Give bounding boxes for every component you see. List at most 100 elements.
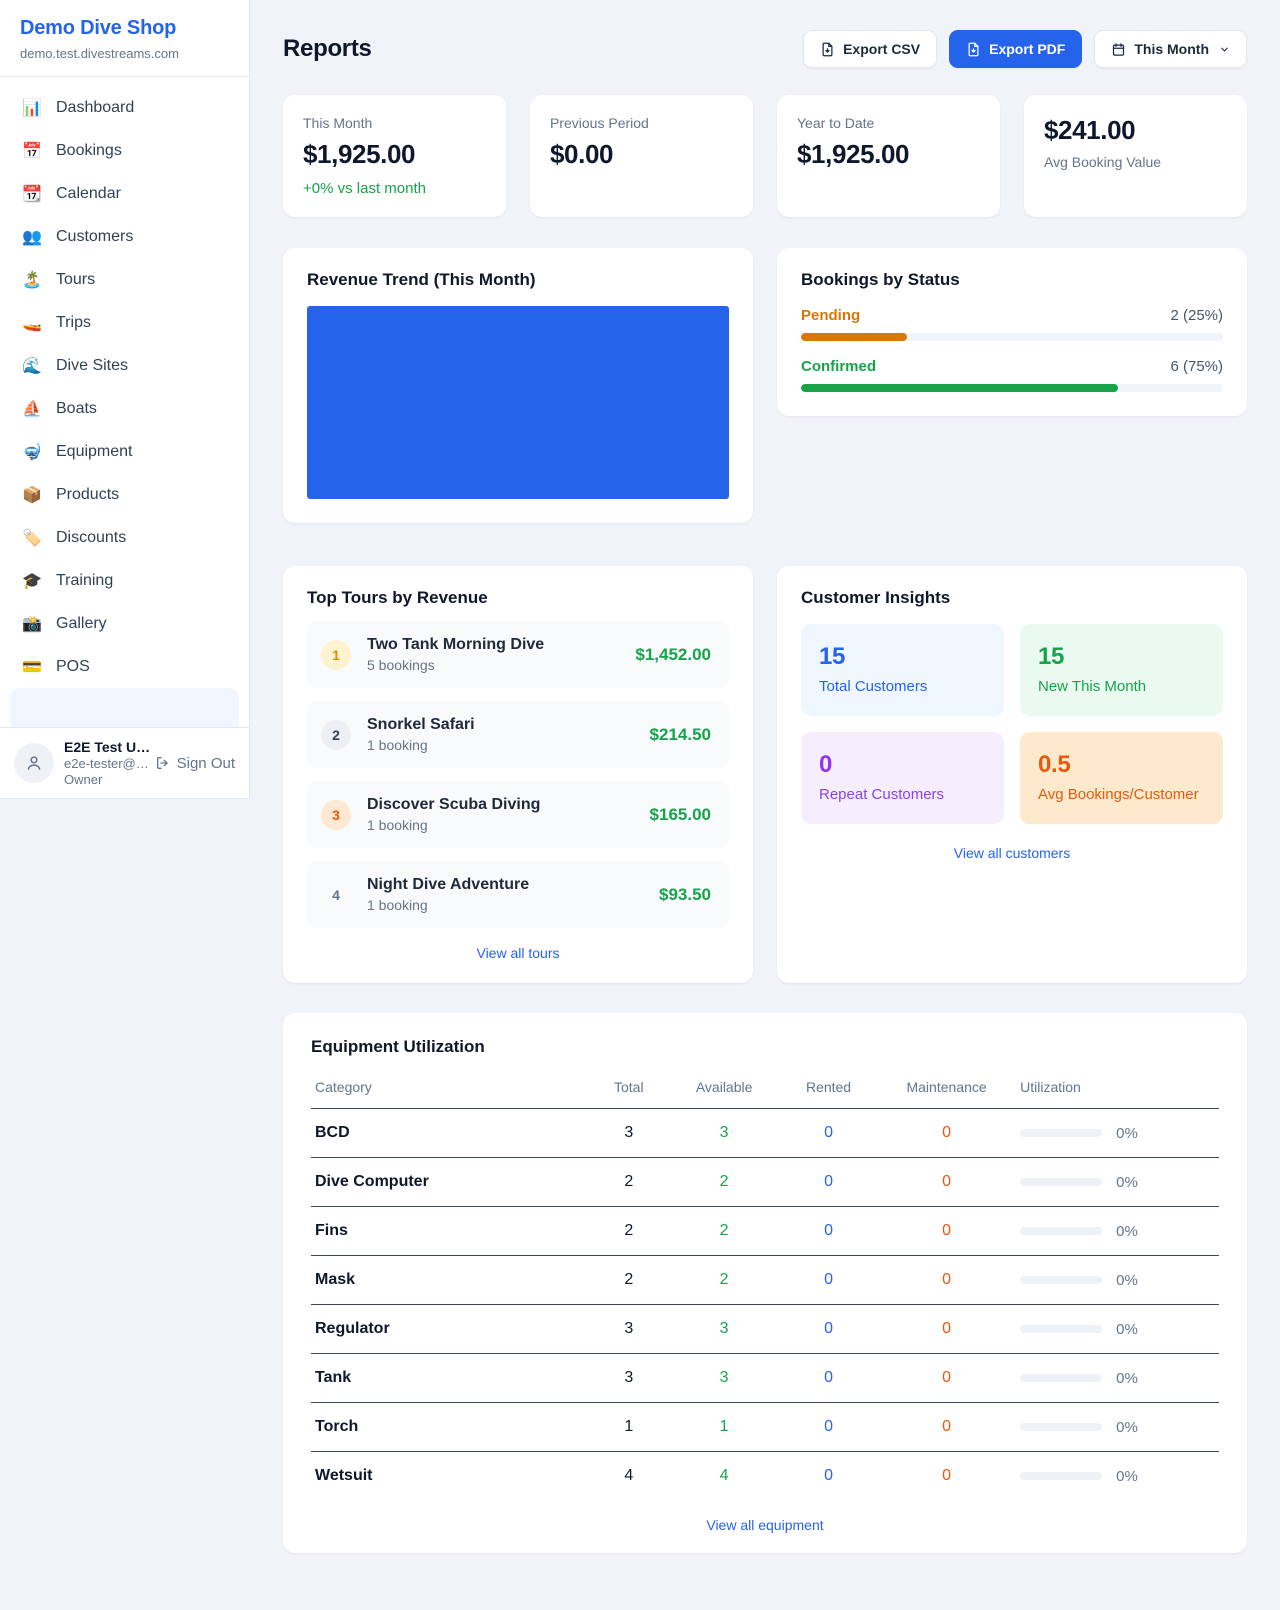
tile-value: 0 xyxy=(819,751,986,779)
tile-value: 15 xyxy=(819,643,986,671)
sidebar-item-equipment[interactable]: 🤿Equipment xyxy=(10,430,239,473)
sidebar-item-products[interactable]: 📦 Products xyxy=(10,473,239,516)
cell-category: Wetsuit xyxy=(311,1452,583,1501)
sidebar-item-boats[interactable]: ⛵Boats xyxy=(10,387,239,430)
tour-bookings: 1 booking xyxy=(367,817,634,833)
sidebar-item-discounts[interactable]: 🏷️Discounts xyxy=(10,516,239,559)
avatar xyxy=(14,743,54,783)
sidebar-item-label: Dive Sites xyxy=(56,357,128,375)
col-category: Category xyxy=(311,1070,583,1109)
bookings-by-status-card: Bookings by Status Pending 2 (25%) Confi… xyxy=(777,248,1247,416)
cell-rented: 0 xyxy=(774,1305,883,1354)
stat-value: $241.00 xyxy=(1044,115,1227,146)
sidebar-item-customers[interactable]: 👥Customers xyxy=(10,215,239,258)
cell-utilization: 0% xyxy=(1010,1354,1219,1403)
cell-total: 2 xyxy=(583,1256,674,1305)
user-email: e2e-tester@… xyxy=(64,756,145,771)
sidebar: Demo Dive Shop demo.test.divestreams.com… xyxy=(0,0,250,799)
stats-row: This Month $1,925.00 +0% vs last month P… xyxy=(283,95,1247,217)
utilization-percent: 0% xyxy=(1116,1419,1138,1436)
cell-maintenance: 0 xyxy=(883,1354,1010,1403)
equipment-utilization-card: Equipment Utilization Category Total Ava… xyxy=(283,1013,1247,1553)
status-row-confirmed: Confirmed 6 (75%) xyxy=(801,358,1223,392)
utilization-track xyxy=(1020,1129,1102,1137)
sidebar-item-tours[interactable]: 🏝️Tours xyxy=(10,258,239,301)
col-total: Total xyxy=(583,1070,674,1109)
status-label: Pending xyxy=(801,307,860,324)
export-csv-label: Export CSV xyxy=(843,41,920,57)
tour-name: Night Dive Adventure xyxy=(367,876,643,894)
cell-available: 2 xyxy=(674,1207,774,1256)
utilization-track xyxy=(1020,1423,1102,1431)
trips-icon: 🚤 xyxy=(22,313,42,333)
sidebar-item-label: POS xyxy=(56,658,90,676)
status-label: Confirmed xyxy=(801,358,876,375)
utilization-percent: 0% xyxy=(1116,1468,1138,1485)
stat-label: Avg Booking Value xyxy=(1044,154,1227,170)
export-pdf-label: Export PDF xyxy=(989,41,1065,57)
export-csv-button[interactable]: Export CSV xyxy=(803,30,937,68)
tour-bookings: 1 booking xyxy=(367,897,643,913)
period-select[interactable]: This Month xyxy=(1094,30,1247,68)
sign-out-button[interactable]: Sign Out xyxy=(155,755,235,772)
sidebar-item-trips[interactable]: 🚤 Trips xyxy=(10,301,239,344)
utilization-percent: 0% xyxy=(1116,1223,1138,1240)
sidebar-item-label: Gallery xyxy=(56,615,107,633)
sidebar-item-selected-partial[interactable] xyxy=(10,688,239,727)
sidebar-item-bookings[interactable]: 📅Bookings xyxy=(10,129,239,172)
sidebar-item-label: Bookings xyxy=(56,142,122,160)
training-icon: 🎓 xyxy=(22,571,42,591)
export-pdf-button[interactable]: Export PDF xyxy=(949,30,1082,68)
sidebar-item-dive-sites[interactable]: 🌊 Dive Sites xyxy=(10,344,239,387)
cell-utilization: 0% xyxy=(1010,1109,1219,1158)
sidebar-item-label: Trips xyxy=(56,314,91,332)
cell-category: Torch xyxy=(311,1403,583,1452)
tile-value: 0.5 xyxy=(1038,751,1205,779)
cell-rented: 0 xyxy=(774,1403,883,1452)
sidebar-item-label: Calendar xyxy=(56,185,121,203)
rank-badge: 3 xyxy=(321,800,351,830)
cell-total: 1 xyxy=(583,1403,674,1452)
calendar-icon xyxy=(1111,42,1126,57)
view-all-equipment-link[interactable]: View all equipment xyxy=(311,1517,1219,1533)
table-header-row: Category Total Available Rented Maintena… xyxy=(311,1070,1219,1109)
cell-category: Regulator xyxy=(311,1305,583,1354)
shop-name: Demo Dive Shop xyxy=(20,17,229,40)
cell-available: 2 xyxy=(674,1256,774,1305)
customers-icon: 👥 xyxy=(22,227,42,247)
tile-label: Repeat Customers xyxy=(819,786,986,803)
equipment-icon: 🤿 xyxy=(22,442,42,462)
view-all-tours-link[interactable]: View all tours xyxy=(307,945,729,961)
list-item: 3 Discover Scuba Diving1 booking $165.00 xyxy=(307,781,729,848)
tour-revenue: $1,452.00 xyxy=(635,645,711,665)
view-all-customers-link[interactable]: View all customers xyxy=(801,845,1223,861)
cell-maintenance: 0 xyxy=(883,1305,1010,1354)
progress-track xyxy=(801,333,1223,341)
utilization-track xyxy=(1020,1374,1102,1382)
equipment-utilization-title: Equipment Utilization xyxy=(311,1037,1219,1057)
sidebar-item-training[interactable]: 🎓Training xyxy=(10,559,239,602)
sidebar-item-gallery[interactable]: 📸Gallery xyxy=(10,602,239,645)
cell-utilization: 0% xyxy=(1010,1256,1219,1305)
sidebar-item-label: Products xyxy=(56,486,119,504)
products-icon: 📦 xyxy=(22,485,42,505)
cell-rented: 0 xyxy=(774,1207,883,1256)
dive-sites-icon: 🌊 xyxy=(22,356,42,376)
revenue-trend-title: Revenue Trend (This Month) xyxy=(307,270,729,290)
sidebar-item-calendar[interactable]: 📆Calendar xyxy=(10,172,239,215)
sidebar-item-dashboard[interactable]: 📊Dashboard xyxy=(10,86,239,129)
status-row-pending: Pending 2 (25%) xyxy=(801,307,1223,341)
tile-repeat-customers: 0 Repeat Customers xyxy=(801,732,1004,824)
insight-tiles: 15 Total Customers 15 New This Month 0 R… xyxy=(801,624,1223,824)
cell-category: Tank xyxy=(311,1354,583,1403)
table-row: BCD33000% xyxy=(311,1109,1219,1158)
sidebar-item-pos[interactable]: 💳POS xyxy=(10,645,239,688)
cell-maintenance: 0 xyxy=(883,1403,1010,1452)
user-name: E2E Test U… xyxy=(64,739,145,755)
cell-utilization: 0% xyxy=(1010,1452,1219,1501)
period-label: This Month xyxy=(1134,41,1209,57)
discounts-icon: 🏷️ xyxy=(22,528,42,548)
tours-icon: 🏝️ xyxy=(22,270,42,290)
tile-label: Total Customers xyxy=(819,678,986,695)
tile-value: 15 xyxy=(1038,643,1205,671)
